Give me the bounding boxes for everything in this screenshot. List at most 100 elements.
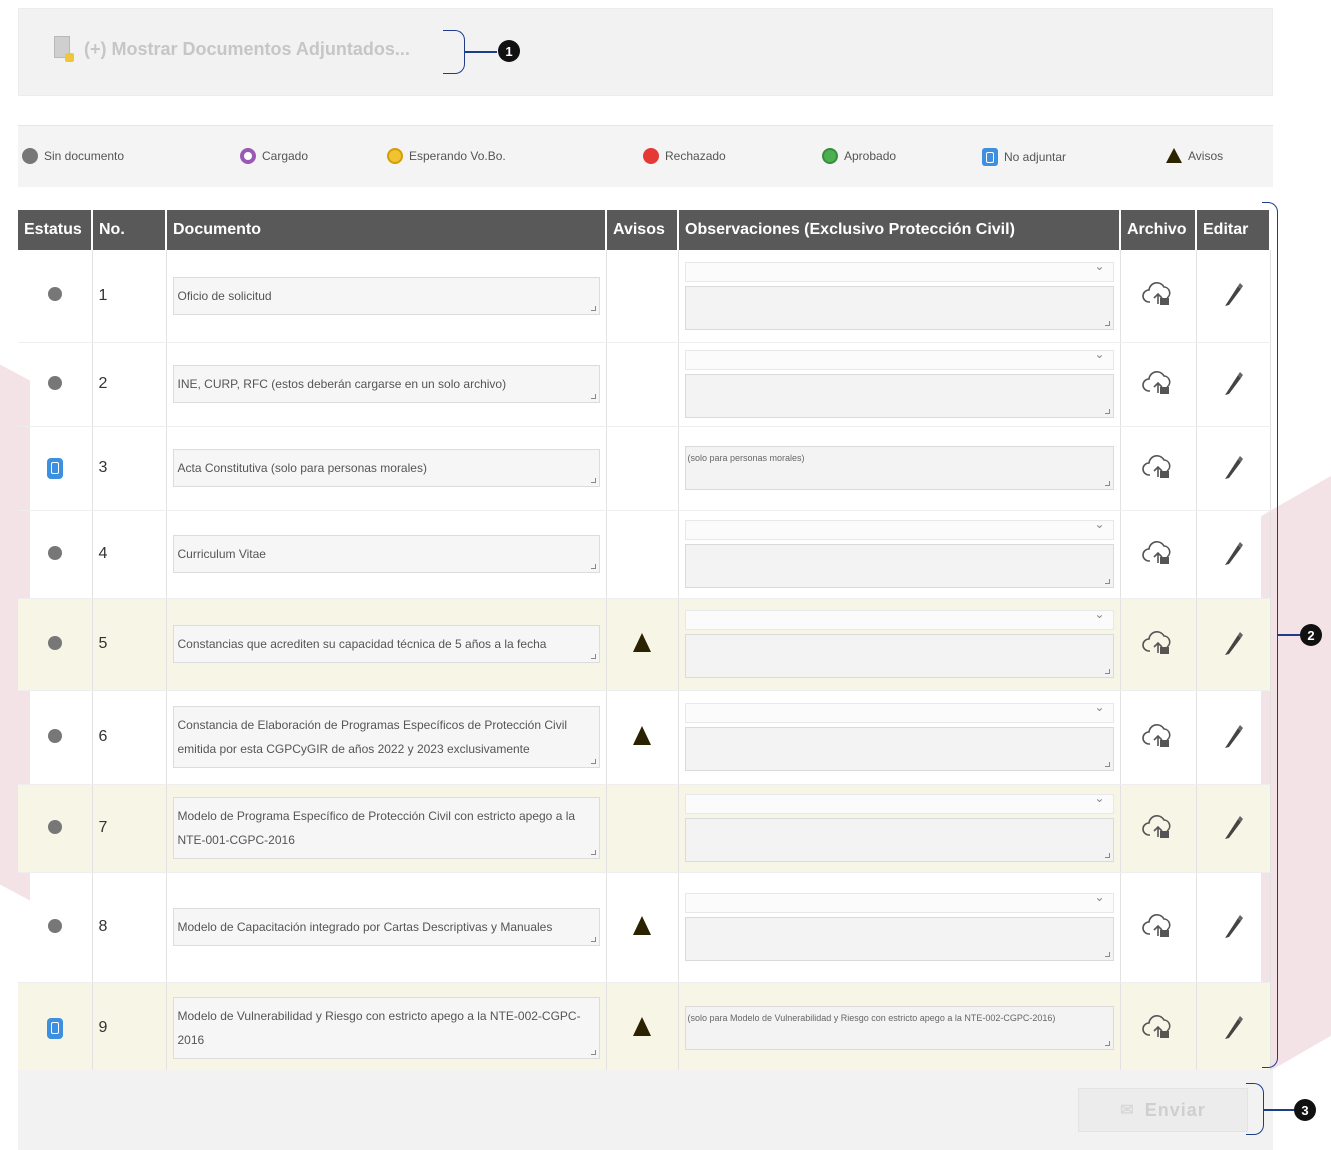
document-cell: Constancia de Elaboración de Programas E… <box>166 690 607 785</box>
editar-cell <box>1196 872 1271 983</box>
observations-cell <box>678 872 1121 983</box>
show-attachments-toggle[interactable]: (+) Mostrar Documentos Adjuntados... <box>52 36 410 62</box>
cloud-upload-icon[interactable] <box>1142 722 1174 753</box>
resize-handle-icon[interactable] <box>1104 409 1110 414</box>
resize-handle-icon[interactable] <box>1104 579 1110 584</box>
document-textarea[interactable]: Curriculum Vitae <box>172 535 600 573</box>
callout-number-2: 2 <box>1300 624 1322 646</box>
resize-handle-icon[interactable] <box>1104 762 1110 767</box>
resize-handle-icon[interactable] <box>1104 952 1110 957</box>
resize-handle-icon[interactable] <box>590 305 596 311</box>
document-text: Modelo de Programa Específico de Protecc… <box>177 809 576 847</box>
cloud-upload-icon[interactable] <box>1142 539 1174 570</box>
pencil-icon[interactable] <box>1222 281 1244 310</box>
document-textarea[interactable]: Modelo de Capacitación integrado por Car… <box>172 908 600 946</box>
document-cell: Constancias que acrediten su capacidad t… <box>166 598 607 691</box>
observation-textarea[interactable] <box>684 374 1114 418</box>
observation-textarea[interactable]: (solo para Modelo de Vulnerabilidad y Ri… <box>684 1006 1114 1050</box>
resize-handle-icon[interactable] <box>590 850 596 855</box>
header-documento[interactable]: Documento <box>166 210 607 250</box>
resize-handle-icon[interactable] <box>590 394 596 399</box>
observation-textarea[interactable] <box>684 727 1114 771</box>
table-row: 2 INE, CURP, RFC (estos deberán cargarse… <box>18 342 1271 427</box>
cloud-upload-icon[interactable] <box>1142 813 1174 844</box>
resize-handle-icon[interactable] <box>1104 1041 1110 1046</box>
resize-handle-icon[interactable] <box>1104 669 1110 674</box>
legend-cargado: Cargado <box>240 148 308 164</box>
legend-sin-documento: Sin documento <box>22 148 124 164</box>
cloud-upload-icon[interactable] <box>1142 912 1174 943</box>
resize-handle-icon[interactable] <box>590 564 596 569</box>
observation-textarea[interactable] <box>684 634 1114 678</box>
header-estatus[interactable]: Estatus <box>18 210 93 250</box>
document-textarea[interactable]: Acta Constitutiva (solo para personas mo… <box>172 449 600 487</box>
document-textarea[interactable]: INE, CURP, RFC (estos deberán cargarse e… <box>172 365 600 403</box>
header-archivo[interactable]: Archivo <box>1120 210 1197 250</box>
header-no[interactable]: No. <box>92 210 167 250</box>
send-button[interactable]: ✉ Enviar <box>1078 1088 1248 1132</box>
table-row: 8 Modelo de Capacitación integrado por C… <box>18 872 1271 983</box>
resize-handle-icon[interactable] <box>1104 320 1110 326</box>
pencil-icon[interactable] <box>1222 630 1244 659</box>
avisos-cell <box>606 510 679 599</box>
document-textarea[interactable]: Constancia de Elaboración de Programas E… <box>172 706 600 768</box>
pencil-icon[interactable] <box>1222 370 1244 399</box>
status-cell <box>18 690 93 785</box>
resize-handle-icon[interactable] <box>590 478 596 483</box>
cloud-upload-icon[interactable] <box>1142 629 1174 660</box>
cloud-upload-icon[interactable] <box>1142 369 1174 400</box>
avisos-cell <box>606 690 679 785</box>
observation-select[interactable] <box>684 700 1114 723</box>
gray-dot-icon <box>47 635 62 650</box>
avisos-cell <box>606 250 679 343</box>
pencil-icon[interactable] <box>1222 540 1244 569</box>
row-number: 5 <box>92 598 167 691</box>
header-avisos[interactable]: Avisos <box>606 210 679 250</box>
gray-dot-icon <box>47 287 62 302</box>
observation-select[interactable] <box>684 517 1114 540</box>
observation-select[interactable] <box>684 607 1114 630</box>
observations-cell <box>678 690 1121 785</box>
observation-textarea[interactable] <box>684 818 1114 862</box>
observation-textarea[interactable]: (solo para personas morales) <box>684 446 1114 490</box>
observations-cell <box>678 342 1121 427</box>
resize-handle-icon[interactable] <box>590 759 596 764</box>
archivo-cell <box>1120 690 1197 785</box>
gray-dot-icon <box>47 545 62 560</box>
observation-select[interactable] <box>684 347 1114 370</box>
resize-handle-icon[interactable] <box>590 1050 596 1055</box>
header-editar[interactable]: Editar <box>1196 210 1271 250</box>
document-cell: Oficio de solicitud <box>166 250 607 343</box>
resize-handle-icon[interactable] <box>590 937 596 942</box>
document-text: INE, CURP, RFC (estos deberán cargarse e… <box>177 377 507 391</box>
warning-icon <box>633 633 651 652</box>
resize-handle-icon[interactable] <box>590 654 596 659</box>
document-text: Constancia de Elaboración de Programas E… <box>177 718 568 756</box>
documents-table: Estatus No. Documento Avisos Observacion… <box>18 210 1271 1075</box>
observations-cell <box>678 250 1121 343</box>
observation-select[interactable] <box>684 890 1114 913</box>
cloud-upload-icon[interactable] <box>1142 1013 1174 1044</box>
document-textarea[interactable]: Modelo de Programa Específico de Protecc… <box>172 797 600 859</box>
observation-select[interactable] <box>684 791 1114 814</box>
observation-textarea[interactable] <box>684 917 1114 961</box>
observation-textarea[interactable] <box>684 544 1114 588</box>
pencil-icon[interactable] <box>1222 723 1244 752</box>
header-observaciones[interactable]: Observaciones (Exclusivo Protección Civi… <box>678 210 1121 250</box>
observation-textarea[interactable] <box>684 285 1114 330</box>
pencil-icon[interactable] <box>1222 814 1244 843</box>
document-textarea[interactable]: Oficio de solicitud <box>172 276 600 315</box>
observation-select[interactable] <box>684 259 1114 282</box>
cloud-upload-icon[interactable] <box>1142 280 1174 311</box>
pencil-icon[interactable] <box>1222 454 1244 483</box>
editar-cell <box>1196 598 1271 691</box>
resize-handle-icon[interactable] <box>1104 481 1110 486</box>
cloud-upload-icon[interactable] <box>1142 453 1174 484</box>
resize-handle-icon[interactable] <box>1104 853 1110 858</box>
pencil-icon[interactable] <box>1222 1014 1244 1043</box>
document-textarea[interactable]: Modelo de Vulnerabilidad y Riesgo con es… <box>172 997 600 1059</box>
document-cell: INE, CURP, RFC (estos deberán cargarse e… <box>166 342 607 427</box>
pencil-icon[interactable] <box>1222 913 1244 942</box>
document-textarea[interactable]: Constancias que acrediten su capacidad t… <box>172 625 600 663</box>
archivo-cell <box>1120 510 1197 599</box>
